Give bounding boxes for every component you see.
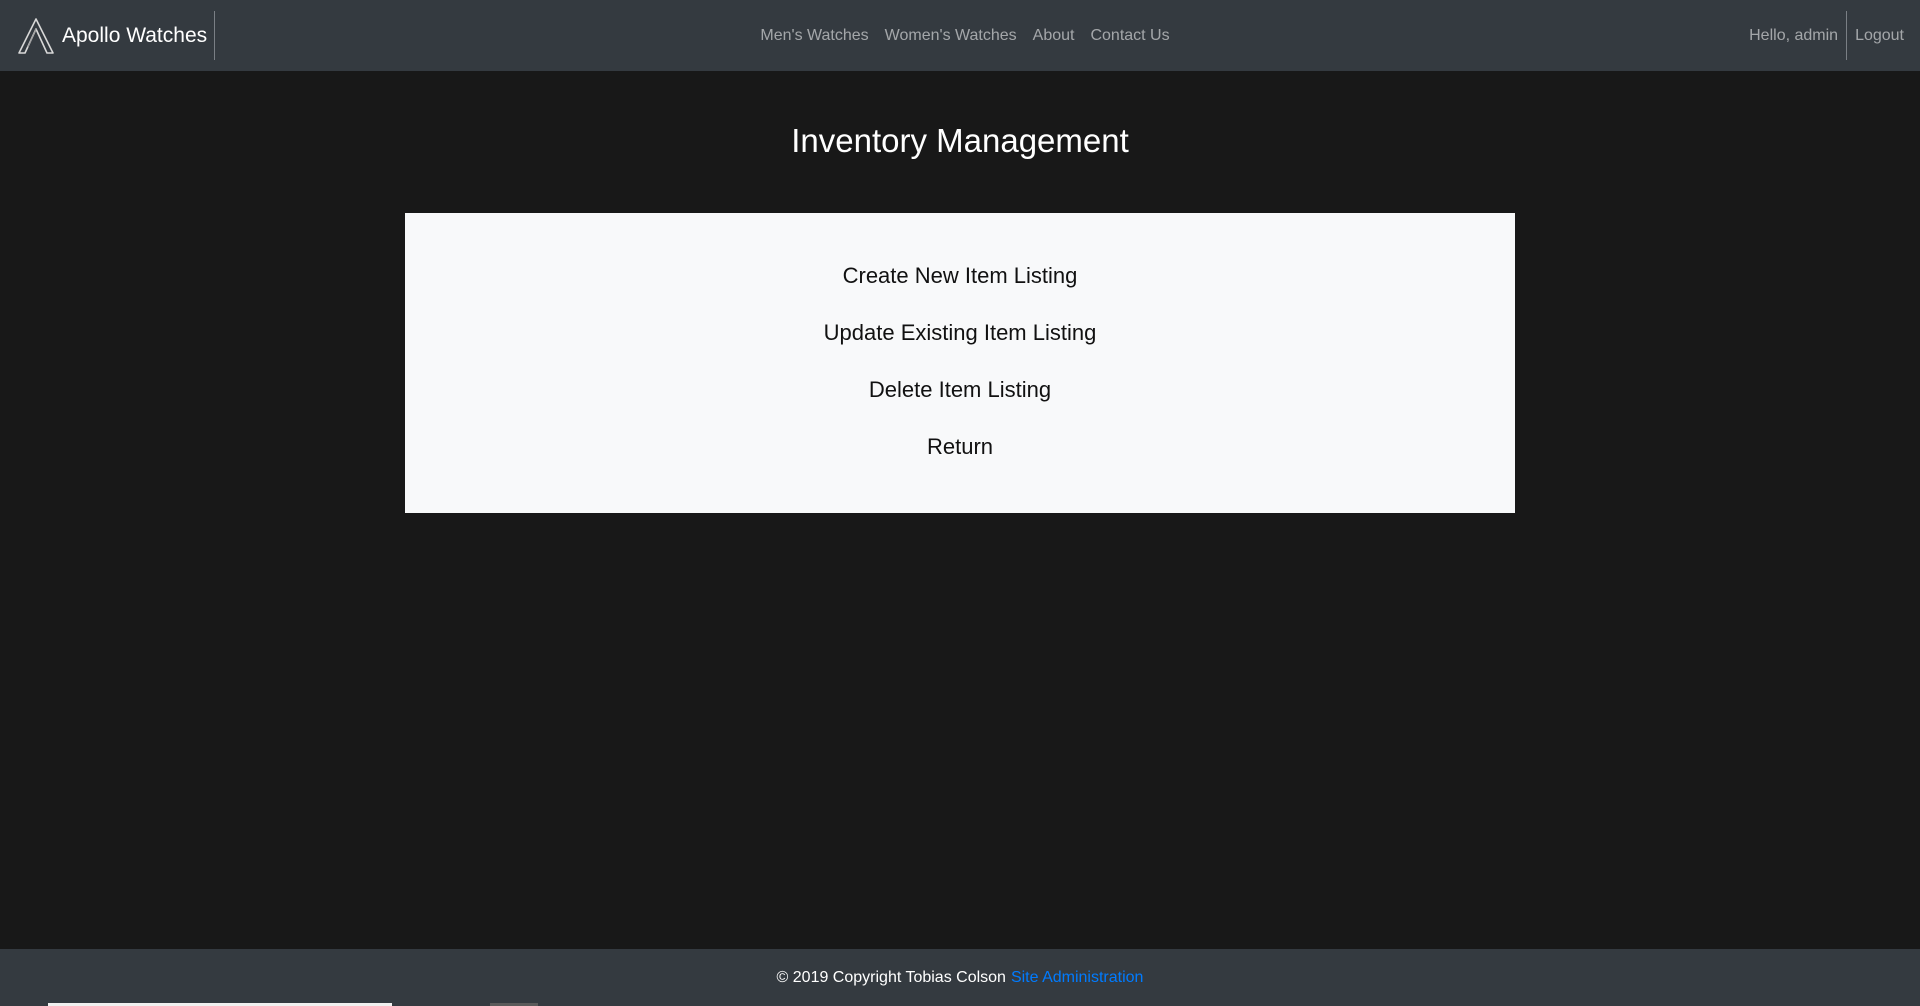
return-link[interactable]: Return — [405, 430, 1515, 464]
create-item-listing-link[interactable]: Create New Item Listing — [405, 259, 1515, 293]
nav-link-mens-watches[interactable]: Men's Watches — [760, 27, 868, 45]
nav-link-contact-us[interactable]: Contact Us — [1090, 27, 1169, 45]
nav-links: Men's Watches Women's Watches About Cont… — [760, 27, 1169, 45]
delete-item-listing-link[interactable]: Delete Item Listing — [405, 373, 1515, 407]
user-nav: Hello, admin Logout — [1749, 0, 1904, 71]
user-nav-divider — [1846, 11, 1848, 60]
apollo-a-logo-icon — [18, 18, 54, 54]
logout-link[interactable]: Logout — [1855, 27, 1904, 45]
inventory-menu-panel: Create New Item Listing Update Existing … — [405, 213, 1515, 513]
nav-link-womens-watches[interactable]: Women's Watches — [885, 27, 1017, 45]
page-footer: © 2019 Copyright Tobias Colson Site Admi… — [0, 949, 1920, 1006]
copyright-text: © 2019 Copyright Tobias Colson — [776, 968, 1006, 986]
brand-divider — [214, 11, 215, 60]
brand-link[interactable]: Apollo Watches — [16, 16, 207, 56]
main-nav: Men's Watches Women's Watches About Cont… — [0, 0, 1920, 71]
nav-link-about[interactable]: About — [1033, 27, 1075, 45]
site-administration-link[interactable]: Site Administration — [1011, 969, 1144, 987]
brand-name: Apollo Watches — [62, 24, 208, 47]
top-navbar: Apollo Watches Men's Watches Women's Wat… — [0, 0, 1920, 71]
update-item-listing-link[interactable]: Update Existing Item Listing — [405, 316, 1515, 350]
page-title: Inventory Management — [791, 122, 1129, 159]
user-greeting: Hello, admin — [1749, 26, 1839, 44]
